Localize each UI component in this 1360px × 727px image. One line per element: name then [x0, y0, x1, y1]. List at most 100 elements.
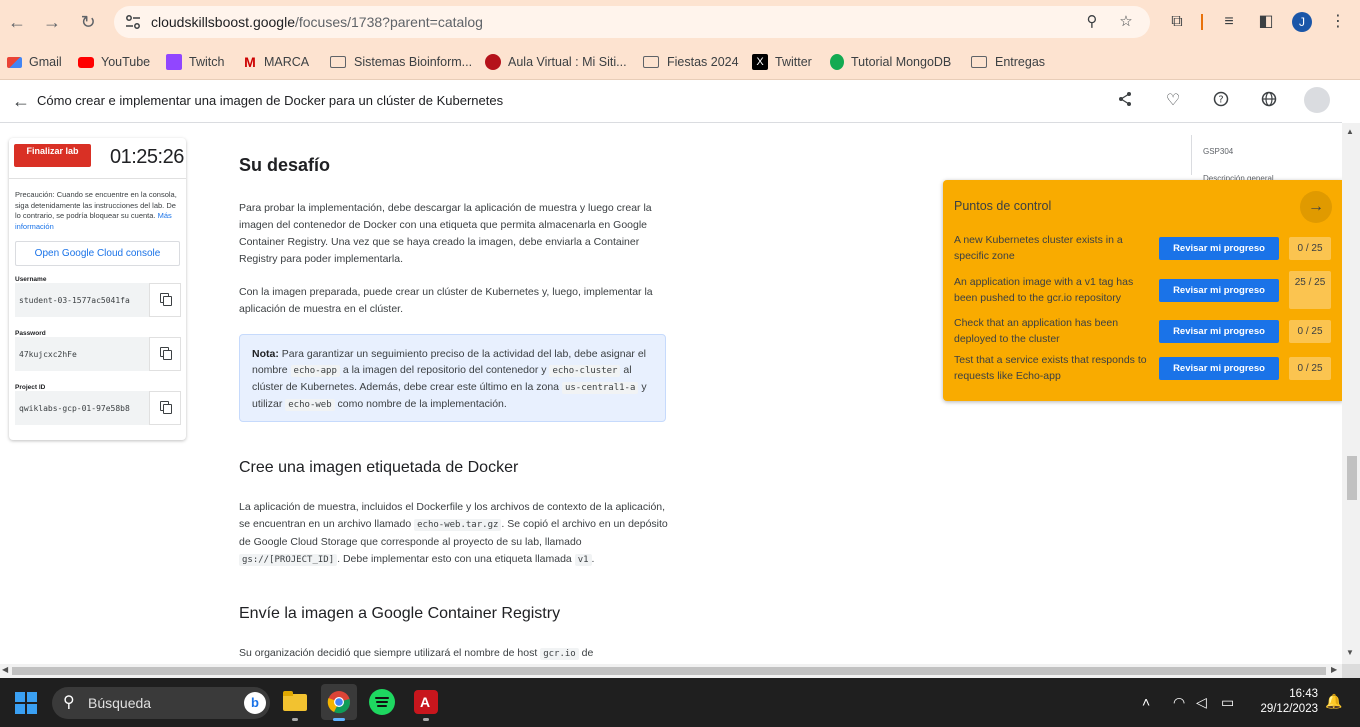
bookmark-twitch[interactable]: Twitch [166, 52, 224, 72]
volume-icon[interactable]: ◁ [1196, 693, 1207, 711]
check-progress-button[interactable]: Revisar mi progreso [1159, 237, 1279, 260]
caution-text: Precaución: Cuando se encuentre en la co… [15, 190, 181, 232]
bookmark-star-icon[interactable]: ☆ [1118, 14, 1134, 30]
share-icon[interactable] [1115, 91, 1135, 111]
search-placeholder: Búsqueda [88, 695, 152, 711]
checkpoint-text: An application image with a v1 tag has b… [954, 276, 1134, 304]
para-text: . [591, 553, 595, 565]
scroll-left-icon[interactable]: ◀ [2, 665, 8, 674]
toc-rail [1191, 135, 1192, 175]
youtube-icon [78, 56, 94, 68]
bookmark-label: Entregas [995, 55, 1046, 69]
open-console-button[interactable]: Open Google Cloud console [15, 241, 180, 266]
paragraph-cluster: Con la imagen preparada, puede crear un … [239, 286, 653, 315]
marca-icon: M [243, 54, 257, 70]
copy-username-button[interactable] [149, 283, 181, 317]
zoom-icon[interactable]: ⚲ [1084, 14, 1100, 30]
bookmark-mongodb[interactable]: Tutorial MongoDB [830, 52, 951, 72]
horizontal-scrollbar[interactable]: ◀ ▶ [0, 664, 1342, 678]
note-box: Nota: Para garantizar un seguimiento pre… [239, 334, 666, 422]
bookmark-aula-virtual[interactable]: Aula Virtual : Mi Siti... [485, 52, 627, 72]
wifi-icon[interactable]: ◠ [1173, 693, 1185, 711]
copy-password-button[interactable] [149, 337, 181, 371]
bookmark-label: YouTube [101, 55, 151, 69]
project-id-field[interactable]: qwiklabs-gcp-01-97e58b8 [15, 391, 149, 425]
tray-chevron-icon[interactable]: ˄ [1142, 693, 1150, 711]
taskbar-search[interactable]: ⚲ Búsqueda b [52, 687, 270, 719]
card-divider [9, 178, 186, 179]
copy-project-id-button[interactable] [149, 391, 181, 425]
scroll-up-icon[interactable]: ▲ [1346, 127, 1354, 136]
end-lab-button[interactable]: Finalizar lab [14, 144, 91, 167]
search-icon: ⚲ [63, 694, 75, 711]
reload-icon[interactable]: ↻ [76, 10, 100, 34]
code-gcr: gcr.io [540, 648, 579, 660]
check-progress-button[interactable]: Revisar mi progreso [1159, 357, 1279, 380]
check-progress-button[interactable]: Revisar mi progreso [1159, 279, 1279, 302]
checkpoint-score: 0 / 25 [1289, 237, 1331, 260]
copy-icon-front [163, 296, 172, 306]
menu-icon[interactable]: ⋮ [1327, 11, 1349, 33]
page-title: Cómo crear e implementar una imagen de D… [37, 93, 504, 108]
help-icon[interactable]: ? [1211, 91, 1231, 111]
checkpoint-score: 0 / 25 [1289, 320, 1331, 343]
note-text: como nombre de la implementación. [337, 398, 507, 410]
bing-icon[interactable]: b [244, 692, 266, 714]
windows-start-icon[interactable] [15, 692, 37, 714]
language-globe-icon[interactable] [1259, 91, 1279, 111]
checkpoint-score: 25 / 25 [1289, 271, 1331, 309]
heading-tagged-image: Cree una imagen etiquetada de Docker [239, 459, 519, 476]
bookmark-label: Gmail [29, 55, 62, 69]
check-progress-button[interactable]: Revisar mi progreso [1159, 320, 1279, 343]
spotify-icon[interactable] [369, 689, 395, 715]
running-indicator [423, 718, 429, 721]
toc-lab-code: GSP304 [1203, 147, 1234, 156]
bookmark-marca[interactable]: M MARCA [243, 52, 309, 72]
bookmark-fiestas[interactable]: Fiestas 2024 [643, 52, 739, 72]
forward-icon[interactable]: → [40, 10, 64, 34]
acrobat-icon[interactable]: A [414, 690, 438, 714]
back-arrow-icon[interactable]: ← [12, 92, 30, 110]
bookmarks-bar: Gmail YouTube Twitch M MARCA Sistemas Bi… [0, 44, 1360, 80]
bookmark-gmail[interactable]: Gmail [7, 52, 62, 72]
password-label: Password [15, 330, 46, 337]
site-info-icon[interactable] [124, 13, 142, 31]
battery-icon[interactable]: ▭ [1221, 693, 1234, 711]
scroll-right-icon[interactable]: ▶ [1331, 665, 1337, 674]
side-panel-icon[interactable]: ◧ [1255, 11, 1277, 33]
horizontal-scroll-thumb[interactable] [12, 667, 1326, 675]
notification-bell-icon[interactable]: 🔔 [1325, 693, 1342, 710]
chrome-icon[interactable] [321, 684, 357, 720]
back-icon[interactable]: ← [5, 10, 29, 34]
toolbar-divider [1201, 14, 1203, 30]
code-echo-app: echo-app [290, 365, 340, 377]
clock-time: 16:43 [1289, 688, 1318, 700]
bookmark-youtube[interactable]: YouTube [78, 52, 150, 72]
username-field[interactable]: student-03-1577ac5041fa [15, 283, 149, 317]
profile-avatar[interactable]: J [1292, 12, 1312, 32]
running-indicator [292, 718, 298, 721]
bookmark-twitter[interactable]: X Twitter [752, 52, 812, 72]
para-text: . Debe implementar esto con una etiqueta… [337, 553, 572, 565]
code-echo-cluster: echo-cluster [549, 365, 621, 377]
clock-date: 29/12/2023 [1260, 703, 1318, 715]
copy-icon-front [163, 350, 172, 360]
code-zone: us-central1-a [561, 382, 639, 394]
system-clock[interactable]: 16:43 29/12/2023 [1248, 687, 1318, 717]
media-control-icon[interactable]: ≡ [1218, 11, 1240, 33]
bookmark-sistemas[interactable]: Sistemas Bioinform... [330, 52, 472, 72]
um-icon [485, 54, 501, 70]
password-field[interactable]: 47kujcxc2hFe [15, 337, 149, 371]
scroll-down-icon[interactable]: ▼ [1346, 648, 1354, 657]
vertical-scrollbar[interactable]: ▲ ▼ [1342, 123, 1360, 664]
extensions-icon[interactable]: ⧉ [1166, 11, 1188, 33]
arrow-right-icon[interactable]: → [1300, 191, 1332, 223]
vertical-scroll-thumb[interactable] [1347, 456, 1357, 500]
address-bar[interactable]: cloudskillsboost.google/focuses/1738?par… [114, 6, 1150, 38]
user-avatar[interactable] [1304, 87, 1330, 113]
bookmark-entregas[interactable]: Entregas [971, 52, 1045, 72]
favorite-heart-icon[interactable]: ♡ [1163, 91, 1183, 111]
file-explorer-icon[interactable] [281, 688, 309, 716]
lab-timer: 01:25:26 [110, 146, 184, 168]
bookmark-label: Aula Virtual : Mi Siti... [508, 55, 627, 69]
